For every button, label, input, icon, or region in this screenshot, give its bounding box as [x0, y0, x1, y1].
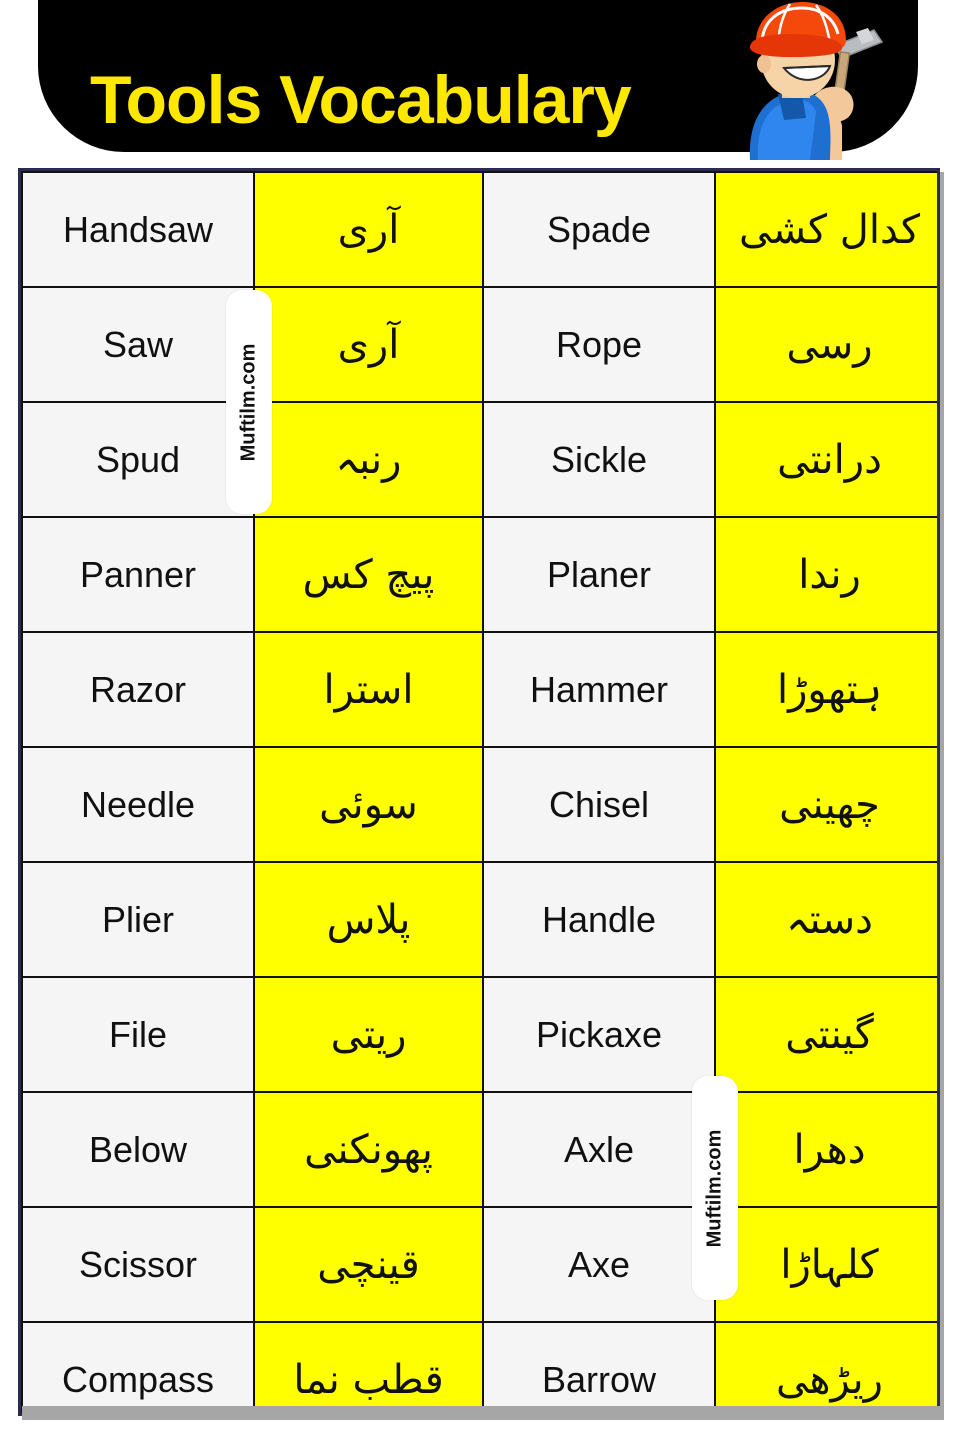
urdu-term: کدال کشی — [714, 171, 937, 288]
urdu-term: سوئی — [253, 746, 484, 863]
watermark-badge: Muftilm.com — [692, 1076, 738, 1300]
urdu-term: چھینی — [714, 746, 937, 863]
watermark-badge-label: Muftilm.com — [703, 1129, 726, 1247]
table-row: Panner پیچ کس Planer رندا — [21, 516, 937, 633]
watermark-badge: Muftilm.com — [226, 290, 272, 514]
urdu-term: دھرا — [714, 1091, 937, 1208]
english-term: Compass — [21, 1321, 255, 1413]
table-row: Saw آری Rope رسی — [21, 286, 937, 403]
urdu-term: رندا — [714, 516, 937, 633]
urdu-term: ریڑھی — [714, 1321, 937, 1413]
table-row: Razor استرا Hammer ہتھوڑا — [21, 631, 937, 748]
urdu-term: پیچ کس — [253, 516, 484, 633]
table-row: Below پھونکنی Axle دھرا — [21, 1091, 937, 1208]
urdu-term: ریتی — [253, 976, 484, 1093]
table-body: Handsaw آری Spade کدال کشی Saw آری Rope … — [21, 171, 937, 1413]
english-term: Scissor — [21, 1206, 255, 1323]
english-term: Hammer — [482, 631, 716, 748]
urdu-term: پلاس — [253, 861, 484, 978]
english-term: Razor — [21, 631, 255, 748]
page-header: Tools Vocabulary — [0, 0, 960, 162]
table-row: Scissor قینچی Axe کلہاڑا — [21, 1206, 937, 1323]
urdu-term: قطب نما — [253, 1321, 484, 1413]
english-term: Rope — [482, 286, 716, 403]
vocabulary-table-frame: مفت Handsaw آری Spade کدال کشی Saw آری R… — [18, 168, 940, 1416]
table-row: Needle سوئی Chisel چھینی — [21, 746, 937, 863]
english-term: Planer — [482, 516, 716, 633]
urdu-term: آری — [253, 171, 484, 288]
urdu-term: آری — [253, 286, 484, 403]
table-row: Compass قطب نما Barrow ریڑھی — [21, 1321, 937, 1413]
urdu-term: کلہاڑا — [714, 1206, 937, 1323]
urdu-term: قینچی — [253, 1206, 484, 1323]
english-term: Below — [21, 1091, 255, 1208]
page-title: Tools Vocabulary — [90, 62, 632, 138]
english-term: Plier — [21, 861, 255, 978]
english-term: Axe — [482, 1206, 716, 1323]
table-row: File ریتی Pickaxe گینتی — [21, 976, 937, 1093]
urdu-term: گینتی — [714, 976, 937, 1093]
table-row: Plier پلاس Handle دستہ — [21, 861, 937, 978]
urdu-term: درانتی — [714, 401, 937, 518]
urdu-term: پھونکنی — [253, 1091, 484, 1208]
english-term: Handle — [482, 861, 716, 978]
english-term: Pickaxe — [482, 976, 716, 1093]
english-term: Spud — [21, 401, 255, 518]
english-term: Saw — [21, 286, 255, 403]
english-term: Barrow — [482, 1321, 716, 1413]
watermark-badge-label: Muftilm.com — [237, 343, 260, 461]
urdu-term: رنبہ — [253, 401, 484, 518]
english-term: Panner — [21, 516, 255, 633]
english-term: Chisel — [482, 746, 716, 863]
english-term: File — [21, 976, 255, 1093]
english-term: Sickle — [482, 401, 716, 518]
urdu-term: دستہ — [714, 861, 937, 978]
table-row: Handsaw آری Spade کدال کشی — [21, 171, 937, 288]
urdu-term: ہتھوڑا — [714, 631, 937, 748]
construction-worker-icon — [706, 2, 886, 160]
english-term: Handsaw — [21, 171, 255, 288]
table-bottom-shadow — [22, 1406, 944, 1420]
urdu-term: استرا — [253, 631, 484, 748]
urdu-term: رسی — [714, 286, 937, 403]
table-row: Spud رنبہ Sickle درانتی — [21, 401, 937, 518]
english-term: Spade — [482, 171, 716, 288]
english-term: Needle — [21, 746, 255, 863]
vocabulary-table: Handsaw آری Spade کدال کشی Saw آری Rope … — [21, 171, 937, 1413]
english-term: Axle — [482, 1091, 716, 1208]
